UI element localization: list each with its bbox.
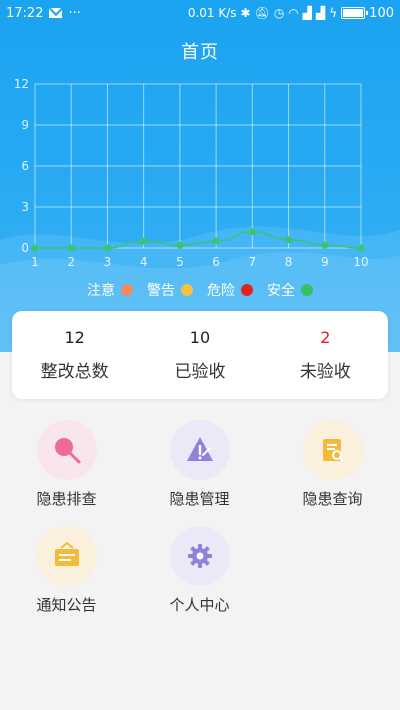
magnifier-icon (36, 420, 97, 480)
x-tick-label: 10 (353, 255, 368, 269)
menu-hazard-management-label: 隐患管理 (169, 490, 230, 508)
network-speed: 0.01 K/s (187, 6, 237, 20)
menu-hazard-query-label: 隐患查询 (302, 490, 363, 508)
data-point (212, 237, 220, 245)
x-tick-label: 4 (140, 255, 148, 269)
menu-personal-center[interactable]: 个人中心 (133, 526, 266, 615)
legend-label: 危险 (207, 283, 235, 299)
chart-legend: 注意 警告 危险 安全 (0, 280, 400, 300)
data-point (357, 244, 365, 252)
menu-notice-label: 通知公告 (36, 596, 97, 614)
menu-hazard-management[interactable]: 隐患管理 (133, 420, 266, 509)
stat-accepted-label: 已验收 (174, 362, 226, 382)
stat-accepted[interactable]: 10 已验收 (140, 328, 260, 382)
y-tick-label: 6 (21, 159, 29, 173)
menu-hazard-query[interactable]: 隐患查询 (266, 420, 399, 509)
mail-icon (49, 8, 63, 18)
line-chart: 0369121 2 3 4 5 6 7 8 9 10 (14, 77, 369, 269)
x-tick-label: 5 (176, 255, 184, 269)
stat-total-label: 整改总数 (40, 362, 109, 382)
x-tick-label: 3 (104, 255, 112, 269)
x-tick-label: 6 (212, 255, 220, 269)
legend-swatch (301, 284, 313, 296)
legend-label: 安全 (267, 283, 295, 299)
legend-label: 注意 (87, 283, 115, 299)
legend-item: 危险 (207, 280, 253, 300)
battery-icon (341, 7, 369, 19)
signal-icon-2: ▟ (316, 6, 326, 20)
wifi-icon: ◠ (288, 6, 299, 20)
x-tick-label: 9 (321, 255, 329, 269)
menu-notice[interactable]: 通知公告 (0, 526, 133, 615)
data-point (285, 236, 293, 244)
legend-label: 警告 (147, 283, 175, 299)
y-tick-label: 3 (21, 200, 29, 214)
mute-icon: 🔕︎ (254, 6, 270, 20)
gear-icon (169, 526, 230, 586)
y-tick-label: 12 (14, 77, 29, 91)
notice-board-icon (36, 526, 97, 586)
stat-total-value: 12 (64, 328, 85, 347)
y-tick-label: 0 (21, 241, 29, 255)
data-point (67, 244, 75, 252)
stat-pending-label: 未验收 (299, 362, 351, 382)
status-more-icon: ··· (68, 5, 81, 21)
document-search-icon (302, 420, 363, 480)
page-title: 首页 (181, 42, 219, 63)
stat-pending-value: 2 (320, 328, 331, 347)
stat-pending[interactable]: 2 未验收 (265, 328, 385, 382)
stat-total[interactable]: 12 整改总数 (15, 328, 135, 382)
x-tick-label: 2 (67, 255, 75, 269)
battery-level: 100 (369, 5, 394, 21)
alarm-icon: ◷ (273, 6, 285, 20)
data-point (31, 244, 39, 252)
status-bar: 17:22 ··· 0.01 K/s ✱ 🔕︎ ◷ ◠ ▟ ▟ ϟ 100 (0, 0, 400, 26)
legend-swatch (241, 284, 253, 296)
menu-hazard-inspection-label: 隐患排查 (36, 490, 97, 508)
legend-swatch (121, 284, 133, 296)
data-point (321, 241, 329, 249)
stat-accepted-value: 10 (189, 328, 211, 347)
status-time: 17:22 (6, 5, 44, 21)
legend-swatch (181, 284, 193, 296)
legend-item: 安全 (267, 280, 313, 300)
bluetooth-icon: ✱ (240, 6, 251, 20)
stats-card: 12 整改总数 10 已验收 2 未验收 (12, 311, 388, 399)
data-point (248, 228, 256, 236)
charging-icon: ϟ (329, 6, 338, 20)
x-tick-label: 1 (31, 255, 39, 269)
data-point (176, 241, 184, 249)
y-tick-label: 9 (21, 118, 29, 132)
series-line-0 (34, 230, 362, 249)
legend-item: 警告 (147, 280, 193, 300)
legend-item: 注意 (87, 280, 133, 300)
menu-personal-center-label: 个人中心 (169, 596, 230, 614)
menu-hazard-inspection[interactable]: 隐患排查 (0, 420, 133, 509)
x-tick-label: 8 (285, 255, 293, 269)
warning-triangle-icon (169, 420, 230, 480)
signal-icon: ▟ (302, 6, 313, 20)
data-point (140, 237, 148, 245)
data-point (103, 244, 111, 252)
x-tick-label: 7 (249, 255, 257, 269)
